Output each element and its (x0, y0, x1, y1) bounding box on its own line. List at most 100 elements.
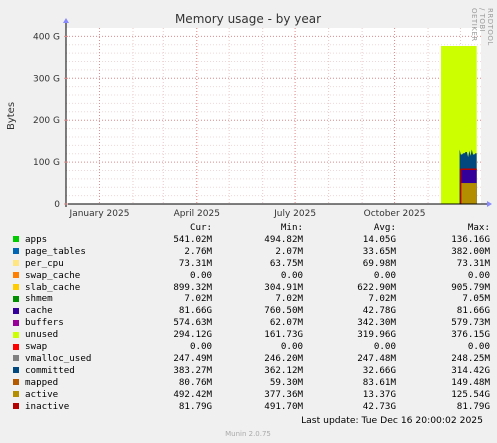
legend-series-name: shmem (25, 293, 53, 305)
legend-value-min: 0.00 (280, 269, 304, 281)
legend-series-name: slab_cache (25, 281, 81, 293)
legend-swatch (13, 236, 19, 243)
legend-value-max: 382.00M (451, 245, 490, 257)
legend-value-avg: 83.61M (362, 376, 396, 388)
legend-swatch (13, 260, 19, 267)
legend-value-cur: 81.66G (178, 305, 213, 317)
legend-value-cur: 0.00 (189, 269, 213, 281)
legend-swatch (13, 403, 19, 410)
legend-value-cur: 383.27M (173, 364, 213, 376)
legend-swatch (13, 367, 19, 374)
legend-swatch (13, 391, 19, 398)
legend-series-name: swap_cache (25, 269, 81, 281)
legend-row-page-tables: page_tables 2.76M 2.07M 33.65M 382.00M (10, 246, 490, 258)
legend-header-row: Cur: Min: Avg: Max: (10, 222, 490, 234)
legend-value-avg: 33.65M (362, 245, 396, 257)
legend-value-avg: 7.02M (368, 293, 396, 305)
legend-value-cur: 81.79G (178, 400, 213, 412)
legend-row-apps: apps 541.02M 494.82M 14.05G 136.16G (10, 234, 490, 246)
legend-series-name: apps (25, 233, 48, 245)
legend-value-cur: 294.12G (173, 329, 213, 341)
legend-value-min: 760.50M (264, 305, 304, 317)
legend-row-vmalloc-used: vmalloc_used 247.49M 246.20M 247.48M 248.25M (10, 353, 490, 365)
legend-value-min: 0.00 (280, 341, 304, 353)
legend-value-cur: 541.02M (173, 233, 213, 245)
legend-swatch (13, 379, 19, 386)
legend-value-avg: 42.78G (362, 305, 396, 317)
legend-series-name: page_tables (25, 245, 86, 257)
legend-row-swap: swap 0.00 0.00 0.00 0.00 (10, 341, 490, 353)
legend-value-avg: 319.96G (357, 329, 396, 341)
legend-value-max: 125.54G (451, 388, 490, 400)
y-axis-title: Bytes (6, 102, 17, 130)
legend-value-avg: 13.37G (362, 388, 396, 400)
legend-row-shmem: shmem 7.02M 7.02M 7.02M 7.05M (10, 293, 490, 305)
legend-swatch (13, 284, 19, 291)
legend-value-cur: 80.76M (178, 376, 213, 388)
legend-value-max: 136.16G (451, 233, 490, 245)
chart-title: Memory usage - by year (175, 12, 321, 26)
legend-swatch (13, 343, 19, 350)
legend-col-max: Max: (467, 222, 490, 233)
legend-value-cur: 73.31M (178, 257, 213, 269)
y-axis-arrow (63, 18, 69, 23)
y-tick-label: 100 G (33, 158, 60, 168)
legend-value-max: 81.66G (456, 305, 490, 317)
x-tick-label: October 2025 (364, 209, 426, 219)
legend-value-avg: 69.98M (362, 257, 396, 269)
legend-row-cache: cache 81.66G 760.50M 42.78G 81.66G (10, 305, 490, 317)
legend-value-cur: 574.63M (173, 317, 213, 329)
legend-value-max: 314.42G (451, 364, 490, 376)
legend-swatch (13, 248, 19, 255)
legend-series-name: mapped (25, 376, 59, 388)
legend-value-max: 0.00 (467, 341, 490, 353)
x-tick-label: January 2025 (69, 209, 130, 219)
legend-value-max: 579.73M (451, 317, 490, 329)
legend-swatch (13, 331, 19, 338)
x-tick-label: April 2025 (174, 209, 220, 219)
legend-value-min: 7.02M (275, 293, 304, 305)
legend-row-per-cpu: per_cpu 73.31M 63.75M 69.98M 73.31M (10, 258, 490, 270)
legend-series-name: buffers (25, 317, 64, 329)
legend-value-cur: 899.32M (173, 281, 213, 293)
legend-series-name: cache (25, 305, 53, 317)
legend-value-avg: 622.90M (357, 281, 396, 293)
y-tick-label: 300 G (33, 74, 60, 84)
legend-value-cur: 7.02M (184, 293, 213, 305)
legend-value-min: 304.91M (264, 281, 304, 293)
legend-value-min: 2.07M (275, 245, 304, 257)
legend-row-active: active 492.42M 377.36M 13.37G 125.54G (10, 389, 490, 401)
legend-value-min: 59.30M (269, 376, 304, 388)
legend-row-swap-cache: swap_cache 0.00 0.00 0.00 0.00 (10, 270, 490, 282)
legend-value-cur: 247.49M (173, 352, 213, 364)
legend-col-cur: Cur: (189, 222, 213, 233)
y-tick-label: 0 (54, 200, 60, 210)
legend-row-committed: committed 383.27M 362.12M 32.66G 314.42G (10, 365, 490, 377)
legend-series-name: active (25, 388, 59, 400)
legend-value-max: 7.05M (462, 293, 490, 305)
legend-value-avg: 0.00 (373, 269, 396, 281)
legend-value-avg: 14.05G (362, 233, 396, 245)
legend-value-min: 246.20M (264, 352, 304, 364)
legend-value-min: 494.82M (264, 233, 304, 245)
legend-value-cur: 0.00 (189, 341, 213, 353)
legend-value-cur: 2.76M (184, 245, 213, 257)
legend-value-max: 149.48M (451, 376, 490, 388)
legend-series-name: committed (25, 364, 75, 376)
area-active (460, 183, 477, 204)
legend-table: Cur: Min: Avg: Max: apps 541.02M 494.82M 14… (10, 222, 490, 413)
rrdtool-watermark: RRDTOOL / TOBI OETIKER (470, 8, 494, 46)
legend-value-min: 491.70M (264, 400, 304, 412)
legend-value-avg: 0.00 (373, 341, 396, 353)
legend-value-min: 377.36M (264, 388, 304, 400)
legend-value-min: 161.73G (264, 329, 304, 341)
legend-swatch (13, 295, 19, 302)
legend-swatch (13, 319, 19, 326)
legend-row-inactive: inactive 81.79G 491.70M 42.73G 81.79G (10, 401, 490, 413)
y-tick-label: 400 G (33, 32, 60, 42)
legend-series-name: vmalloc_used (25, 352, 92, 364)
legend-series-name: swap (25, 341, 48, 353)
legend-value-max: 376.15G (451, 329, 490, 341)
y-tick-label: 200 G (33, 116, 60, 126)
legend-value-avg: 342.30M (357, 317, 396, 329)
